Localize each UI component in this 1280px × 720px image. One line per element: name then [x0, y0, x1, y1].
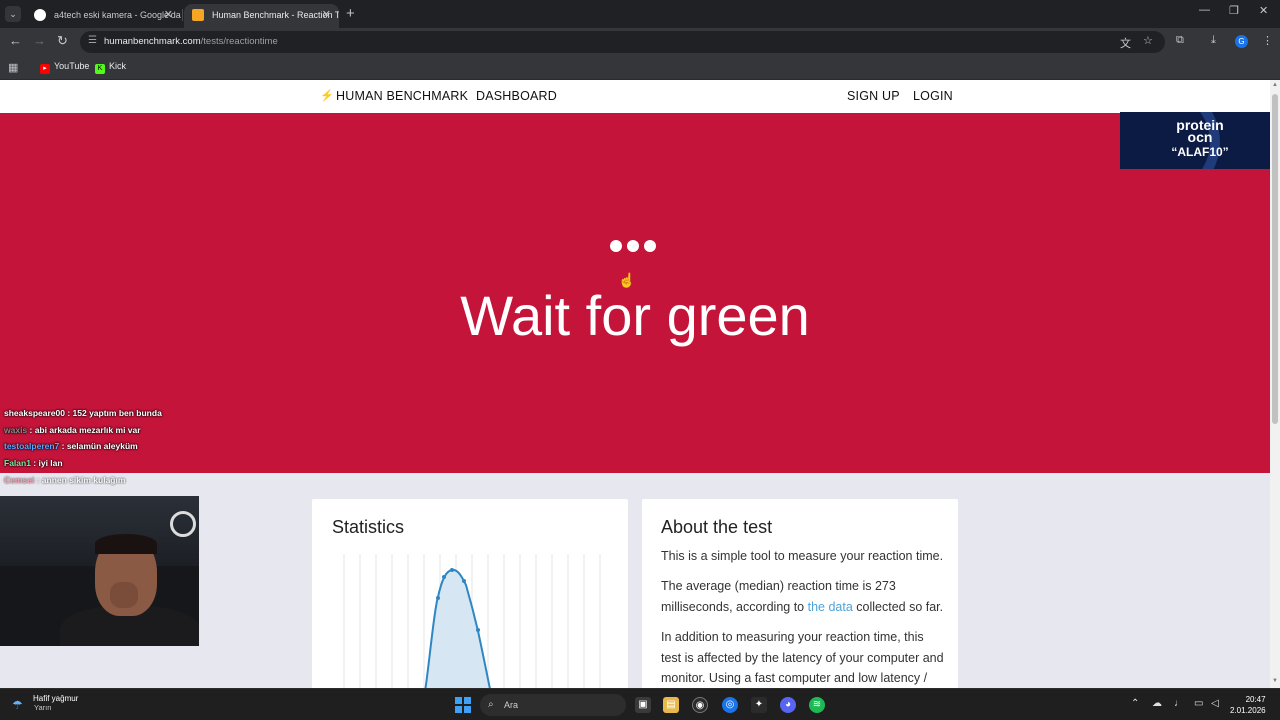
reaction-test-area[interactable]: Wait for green ☝ protein ocn “ALAF10”: [0, 112, 1270, 473]
ad-brand: protein ocn: [1176, 117, 1224, 145]
file-explorer-icon[interactable]: ▤: [663, 697, 679, 713]
about-test-card: About the test This is a simple tool to …: [642, 499, 958, 688]
tab-human-benchmark[interactable]: Human Benchmark - Reaction T ✕: [184, 4, 339, 28]
close-window-icon[interactable]: ✕: [1259, 4, 1268, 17]
site-info-icon[interactable]: ☰: [88, 35, 97, 46]
about-paragraph-2: The average (median) reaction time is 27…: [661, 579, 944, 614]
bookmark-star-icon[interactable]: ☆: [1143, 34, 1153, 47]
chat-message: Cemsei : annen sikim kulağım: [4, 474, 126, 485]
windows-taskbar: ☂ Hafif yağmur Yarın ⌕ Ara ▣ ▤ ◉ ◎ ✦ ◕ ≋…: [0, 688, 1280, 720]
scroll-down-icon[interactable]: ▼: [1272, 678, 1278, 684]
chat-message: testoalperen7 : selamün aleyküm: [4, 441, 138, 452]
weather-widget[interactable]: ☂ Hafif yağmur Yarın: [12, 694, 78, 712]
bookmark-youtube[interactable]: ▸ YouTube: [40, 61, 89, 74]
tab-title: a4tech eski kamera - Google'da: [54, 10, 181, 20]
tab-title: Human Benchmark - Reaction T: [212, 10, 339, 20]
scrollbar-thumb[interactable]: [1272, 94, 1278, 424]
microphone-icon[interactable]: ♩: [1174, 698, 1184, 709]
back-icon[interactable]: ←: [9, 33, 22, 48]
lightning-icon: ⚡: [320, 90, 334, 102]
reaction-distribution-chart: [343, 554, 601, 688]
close-tab-icon[interactable]: ✕: [322, 4, 331, 26]
onedrive-icon[interactable]: ☁: [1152, 698, 1162, 709]
waiting-dots-icon: [610, 239, 661, 257]
kick-icon: K: [95, 64, 105, 74]
task-view-icon[interactable]: ▣: [635, 697, 651, 713]
chatgpt-icon[interactable]: ✦: [751, 697, 767, 713]
url-text: humanbenchmark.com/tests/reactiontime: [104, 36, 278, 47]
ring-light-icon: [170, 511, 196, 537]
menu-kebab-icon[interactable]: ⋮: [1262, 34, 1273, 47]
umbrella-icon: ☂: [12, 698, 23, 712]
chat-message: Falan1 : iyi lan: [4, 458, 63, 469]
advertisement-banner[interactable]: protein ocn “ALAF10”: [1120, 112, 1270, 169]
hand-cursor-icon: ☝: [618, 272, 636, 288]
obs-icon[interactable]: ◉: [692, 697, 708, 713]
webcam-person-hand: [110, 582, 138, 608]
google-icon: [34, 9, 46, 21]
reload-icon[interactable]: ↻: [57, 33, 68, 49]
login-link[interactable]: LOGIN: [913, 89, 953, 103]
spotify-icon[interactable]: ≋: [809, 697, 825, 713]
ad-promo-code: “ALAF10”: [1171, 145, 1229, 159]
the-data-link[interactable]: the data: [808, 600, 853, 614]
about-paragraph-3: In addition to measuring your reaction t…: [661, 630, 944, 685]
profile-avatar[interactable]: G: [1235, 35, 1248, 48]
close-tab-icon[interactable]: ✕: [164, 4, 173, 26]
network-icon[interactable]: ▭: [1194, 698, 1203, 709]
sign-up-link[interactable]: SIGN UP: [847, 89, 900, 103]
streamer-webcam: [0, 496, 199, 646]
new-tab-icon[interactable]: +: [346, 5, 355, 22]
forward-icon[interactable]: →: [33, 33, 46, 48]
about-title: About the test: [661, 517, 773, 537]
webcam-person-hair: [95, 534, 157, 554]
download-icon[interactable]: ⤓: [1211, 34, 1216, 47]
tab-search-icon[interactable]: ⌄: [5, 6, 21, 22]
dashboard-link[interactable]: DASHBOARD: [476, 89, 557, 103]
tab-divider: [182, 9, 183, 21]
minimize-icon[interactable]: —: [1199, 4, 1210, 16]
address-bar[interactable]: ☰ humanbenchmark.com/tests/reactiontime …: [80, 31, 1165, 53]
taskbar-clock[interactable]: 20:47 2.01.2026: [1230, 694, 1266, 716]
youtube-icon: ▸: [40, 64, 50, 74]
discord-icon[interactable]: ◕: [780, 697, 796, 713]
lightning-icon: [192, 9, 204, 21]
tray-overflow-icon[interactable]: ⌃: [1131, 698, 1139, 709]
translate-icon[interactable]: 文: [1120, 35, 1131, 51]
tab-google-search[interactable]: a4tech eski kamera - Google'da ✕: [26, 4, 181, 28]
chat-message: sheakspeare00 : 152 yaptım ben bunda: [4, 408, 162, 418]
chrome-icon[interactable]: ◎: [722, 697, 738, 713]
windows-start-icon[interactable]: [455, 697, 471, 713]
stream-chat-overlay: sheakspeare00 : 152 yaptım ben bunda wax…: [4, 408, 162, 491]
taskbar-search[interactable]: ⌕ Ara: [480, 694, 626, 716]
restore-icon[interactable]: ❐: [1229, 4, 1239, 17]
page-scrollbar[interactable]: ▲ ▼: [1270, 80, 1280, 688]
chat-message: waxis : abi arkada mezarlık mi var: [4, 424, 141, 435]
bookmarks-bar: ▦ ▸ YouTube K Kick: [0, 56, 1280, 80]
scroll-up-icon[interactable]: ▲: [1272, 82, 1278, 88]
browser-toolbar: ← → ↻ ☰ humanbenchmark.com/tests/reactio…: [0, 28, 1280, 56]
hero-title: Wait for green: [460, 284, 810, 347]
search-icon: ⌕: [488, 699, 494, 710]
bookmark-kick[interactable]: K Kick: [95, 61, 126, 74]
about-paragraph-1: This is a simple tool to measure your re…: [661, 549, 944, 563]
brand-link[interactable]: HUMAN BENCHMARK: [336, 89, 468, 103]
extensions-icon[interactable]: ⧉: [1176, 34, 1184, 47]
apps-grid-icon[interactable]: ▦: [8, 61, 18, 74]
statistics-card: Statistics: [312, 499, 628, 688]
volume-icon[interactable]: ◁: [1211, 698, 1219, 709]
site-navbar: ⚡ HUMAN BENCHMARK DASHBOARD SIGN UP LOGI…: [0, 80, 1270, 113]
browser-tab-strip: ⌄ a4tech eski kamera - Google'da ✕ Human…: [0, 0, 1280, 28]
